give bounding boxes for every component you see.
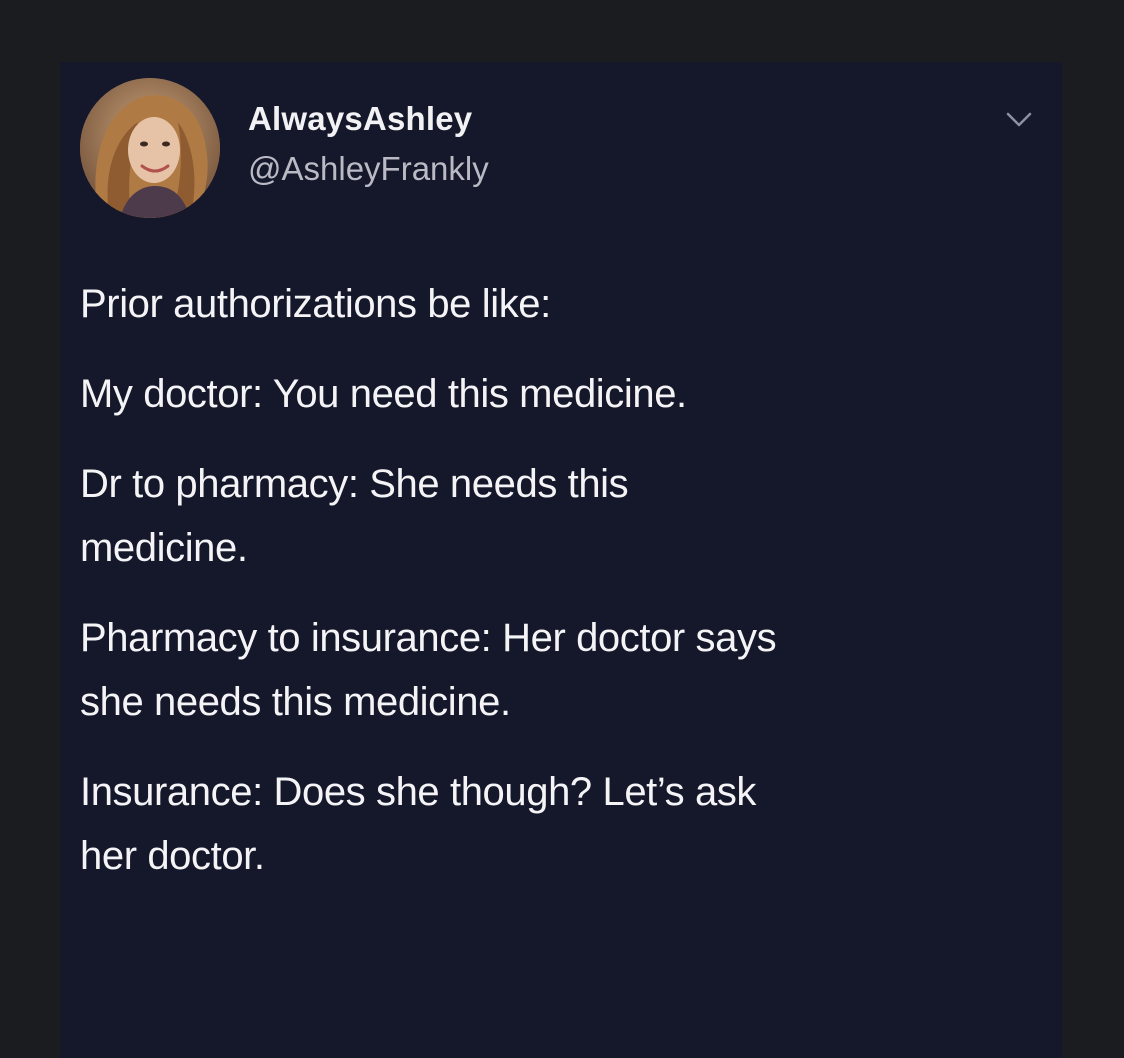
display-name[interactable]: AlwaysAshley: [248, 100, 472, 138]
tweet-paragraph: My doctor: You need this medicine.: [80, 372, 687, 416]
tweet-paragraph: Prior authorizations be like:: [80, 282, 551, 326]
tweet-paragraph: Pharmacy to insurance: Her doctor says s…: [80, 616, 777, 724]
tweet-paragraph: Dr to pharmacy: She needs this medicine.: [80, 462, 629, 570]
tweet-text: Prior authorizations be like: My doctor:…: [80, 272, 1042, 914]
chevron-down-icon[interactable]: [1002, 108, 1036, 132]
tweet-paragraph: Insurance: Does she though? Let’s ask he…: [80, 770, 757, 878]
tweet-header: AlwaysAshley @AshleyFrankly: [80, 72, 1042, 232]
user-handle[interactable]: @AshleyFrankly: [248, 150, 489, 188]
avatar[interactable]: [80, 78, 220, 218]
screenshot-frame: AlwaysAshley @AshleyFrankly Prior author…: [0, 0, 1124, 1058]
profile-photo-icon: [80, 78, 220, 218]
tweet-card: AlwaysAshley @AshleyFrankly Prior author…: [60, 62, 1062, 1058]
